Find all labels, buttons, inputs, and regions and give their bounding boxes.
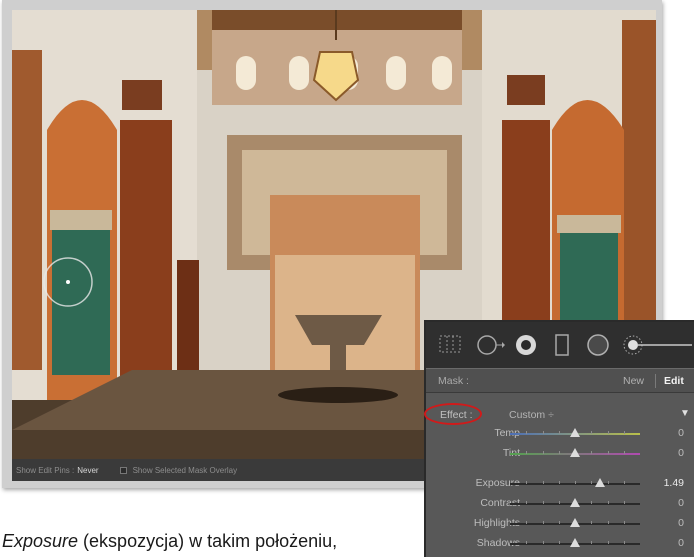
crop-overlay-icon[interactable] <box>438 334 462 354</box>
mask-label: Mask : <box>438 375 469 387</box>
slider-knob[interactable] <box>570 428 580 437</box>
effect-preset-select[interactable]: Custom ÷ <box>509 409 554 421</box>
slider-track[interactable] <box>510 518 640 527</box>
preset-arrow-icon: ÷ <box>548 409 554 421</box>
tool-strip <box>426 322 694 368</box>
caption-term: Exposure <box>2 531 79 551</box>
slider-track[interactable] <box>510 478 640 487</box>
effect-label: Effect : <box>440 409 473 421</box>
slider-value: 0 <box>678 537 684 549</box>
slider-value: 0 <box>678 517 684 529</box>
slider-knob[interactable] <box>570 448 580 457</box>
local-adjustment-panel: Mask : New Edit Effect : Custom ÷ ▼ Temp… <box>424 320 694 557</box>
adjustment-brush-icon[interactable] <box>622 334 694 356</box>
slider-value: 1.49 <box>663 477 684 489</box>
slider-value: 0 <box>678 427 684 439</box>
slider-row-contrast: Contrast 0 <box>426 496 694 512</box>
show-edit-pins-label: Show Edit Pins : <box>16 465 75 475</box>
slider-knob[interactable] <box>570 518 580 527</box>
radial-filter-icon[interactable] <box>586 334 610 356</box>
red-eye-icon[interactable] <box>514 334 538 356</box>
spot-removal-icon[interactable] <box>476 334 506 356</box>
slider-track[interactable] <box>510 498 640 507</box>
slider-track[interactable] <box>510 538 640 547</box>
mask-overlay-checkbox[interactable] <box>119 466 127 474</box>
slider-row-exposure: Exposure 1.49 <box>426 476 694 492</box>
slider-row-highlights: Highlights 0 <box>426 516 694 532</box>
effect-row: Effect : Custom ÷ ▼ <box>424 403 694 425</box>
slider-value: 0 <box>678 497 684 509</box>
mask-new-button[interactable]: New <box>623 375 644 387</box>
slider-track[interactable] <box>510 428 640 437</box>
collapse-triangle-icon[interactable]: ▼ <box>680 408 690 419</box>
mask-row: Mask : New Edit <box>426 368 694 393</box>
mask-overlay-label: Show Selected Mask Overlay <box>132 465 238 475</box>
graduated-filter-icon[interactable] <box>554 334 570 356</box>
show-edit-pins-select[interactable]: Never <box>77 466 98 475</box>
slider-knob[interactable] <box>570 538 580 547</box>
edit-pin <box>66 280 70 284</box>
slider-knob[interactable] <box>595 478 605 487</box>
mask-edit-button[interactable]: Edit <box>664 375 684 387</box>
slider-row-shadows: Shadows 0 <box>426 536 694 552</box>
slider-value: 0 <box>678 447 684 459</box>
slider-track[interactable] <box>510 448 640 457</box>
caption-text: (ekspozycja) w takim położeniu, <box>78 531 338 551</box>
mask-divider <box>655 374 656 388</box>
slider-row-temp: Temp 0 <box>426 426 694 442</box>
slider-knob[interactable] <box>570 498 580 507</box>
slider-row-tint: Tint0 <box>426 446 694 462</box>
body-caption: Exposure (ekspozycja) w takim położeniu, <box>2 531 337 552</box>
